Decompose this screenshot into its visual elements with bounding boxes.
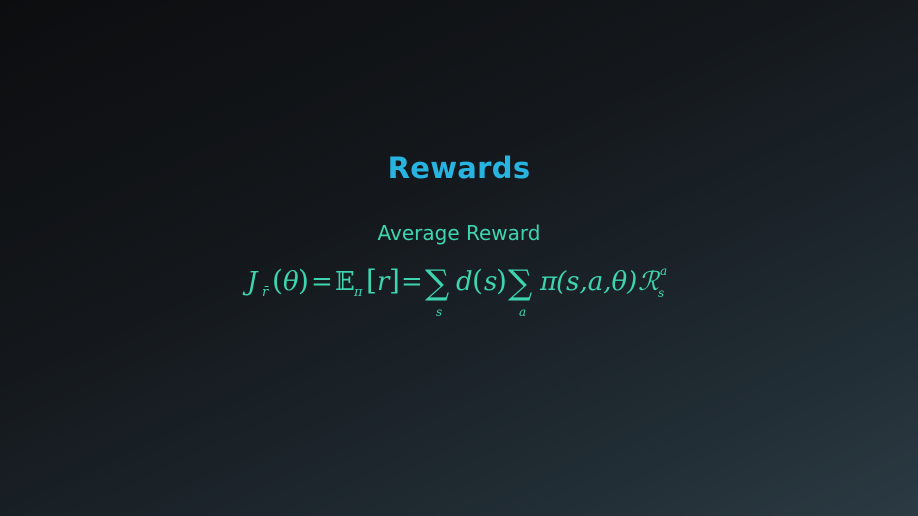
eq-theta-open: ( [272,264,283,297]
eq-expectation: 𝔼 [335,267,355,297]
eq-sum-2-sub: a [519,305,526,319]
slide-subtitle: Average Reward [377,221,541,245]
eq-J: J [242,267,259,297]
eq-R-sup: a [660,264,667,278]
eq-R-sub: s [658,286,664,300]
slide-title: Rewards [387,151,531,185]
equation-svg: J r̄ ( θ ) = 𝔼 π [ r ] = ∑ s d ( s ) ∑ a… [242,263,667,319]
eq-theta-close: ) [298,264,309,297]
slide: Rewards Average Reward J r̄ ( θ ) = 𝔼 π … [0,0,918,516]
eq-sum-1-sub: s [436,305,442,319]
eq-bracket-close: ] [389,264,400,297]
eq-d: d [456,267,473,297]
eq-sum-1: ∑ [425,263,449,303]
eq-d-close: ) [496,264,507,297]
eq-d-open: ( [472,264,483,297]
eq-theta: θ [283,267,299,297]
eq-pi-args: (s,a,θ) [556,267,637,297]
eq-equals-2: = [401,267,423,297]
eq-J-sub: r̄ [262,285,270,300]
eq-equals-1: = [311,267,333,297]
eq-expectation-sub: π [353,285,363,300]
average-reward-equation: J r̄ ( θ ) = 𝔼 π [ r ] = ∑ s d ( s ) ∑ a… [0,258,918,328]
eq-sum-2: ∑ [508,263,532,303]
eq-bracket-open: [ [366,264,377,297]
